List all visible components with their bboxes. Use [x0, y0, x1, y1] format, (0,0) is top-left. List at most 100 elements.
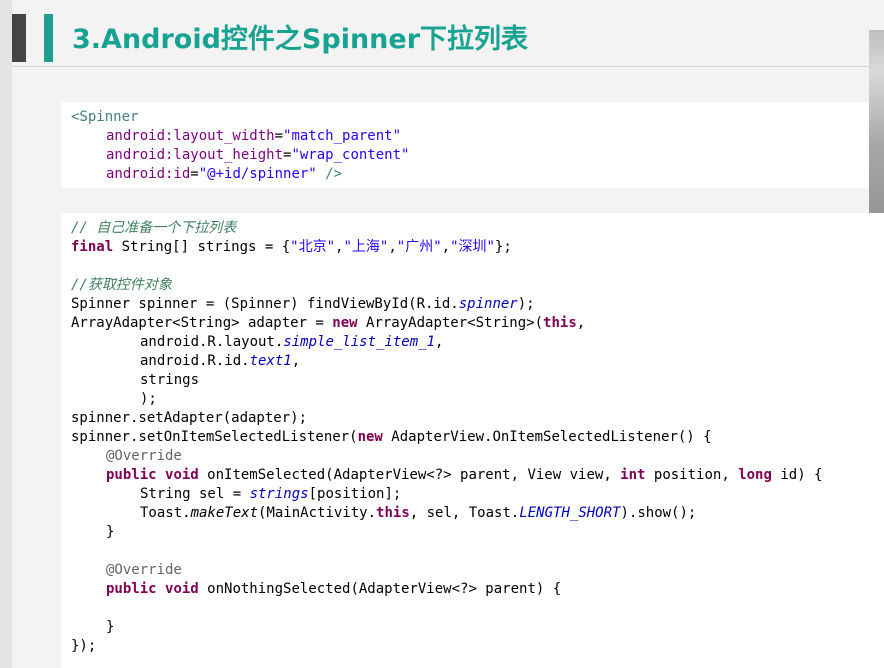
- comma: ,: [441, 239, 451, 255]
- code-line: }: [106, 618, 114, 637]
- code-text: ,: [435, 334, 444, 350]
- xml-attr: android:layout_width: [106, 128, 275, 144]
- string-literal: "广州": [396, 239, 442, 255]
- string-literal: "上海": [343, 239, 389, 255]
- code-comment: // 自己准备一个下拉列表: [71, 220, 237, 236]
- code-text: [position];: [308, 486, 402, 502]
- code-text: });: [71, 638, 97, 654]
- code-text: String sel =: [140, 486, 250, 502]
- code-text: android.R.layout.: [140, 334, 284, 350]
- slide-title: 3.Android控件之Spinner下拉列表: [72, 24, 529, 55]
- code-line: android.R.layout.simple_list_item_1,: [140, 333, 443, 352]
- code-line: @Override: [106, 561, 182, 580]
- keyword: int: [620, 467, 646, 483]
- code-text: spinner.setAdapter(adapter);: [71, 410, 308, 426]
- code-text: strings: [140, 372, 200, 388]
- code-line: Toast.makeText(MainActivity.this, sel, T…: [140, 504, 696, 523]
- comma: ,: [388, 239, 397, 255]
- xml-eq: =: [190, 166, 199, 182]
- code-line: spinner.setOnItemSelectedListener(new Ad…: [71, 428, 712, 447]
- code-line: //获取控件对象: [71, 276, 172, 295]
- code-text: ArrayAdapter<String> adapter =: [71, 315, 333, 331]
- code-line: final String[] strings = {"北京","上海","广州"…: [71, 238, 512, 257]
- code-text: ArrayAdapter<String>(: [357, 315, 544, 331]
- code-text: );: [140, 391, 157, 407]
- string-literal: "深圳": [450, 239, 495, 255]
- keyword: void: [165, 467, 199, 483]
- code-text: ,: [291, 353, 301, 369]
- xml-line: android:layout_width="match_parent": [106, 127, 401, 146]
- code-text: AdapterView.OnItemSelectedListener() {: [382, 429, 712, 445]
- code-line: public void onItemSelected(AdapterView<?…: [106, 466, 822, 485]
- code-text: ,: [576, 315, 586, 331]
- left-margin-strip: [0, 0, 12, 668]
- string-literal: "北京": [290, 239, 336, 255]
- slide: 3.Android控件之Spinner下拉列表 <Spinner android…: [0, 0, 884, 668]
- xml-tag-close: />: [316, 166, 343, 182]
- code-line: // 自己准备一个下拉列表: [71, 219, 236, 238]
- keyword: public: [106, 467, 157, 483]
- xml-attr: android:layout_height: [106, 147, 284, 163]
- code-text: , sel, Toast.: [409, 505, 520, 521]
- code-line: Spinner spinner = (Spinner) findViewById…: [71, 295, 535, 314]
- code-text: onItemSelected(AdapterView<?> parent, Vi…: [198, 467, 621, 483]
- xml-value: "@+id/spinner": [198, 166, 317, 182]
- xml-line: <Spinner: [71, 108, 138, 127]
- code-text: String[] strings = {: [113, 239, 291, 255]
- keyword: this: [376, 505, 410, 521]
- code-line: );: [140, 390, 157, 409]
- xml-line: android:id="@+id/spinner" />: [106, 165, 342, 184]
- xml-tag: <Spinner: [71, 109, 139, 125]
- title-accent-teal-bar: [44, 14, 53, 62]
- code-text: );: [517, 296, 535, 312]
- keyword: long: [738, 467, 772, 483]
- title-divider: [12, 66, 884, 67]
- code-text: position,: [645, 467, 739, 483]
- code-line: ArrayAdapter<String> adapter = new Array…: [71, 314, 585, 333]
- code-text: }: [106, 619, 115, 635]
- annotation: @Override: [106, 448, 182, 464]
- code-text: Toast.: [140, 505, 191, 521]
- code-line: android.R.id.text1,: [140, 352, 300, 371]
- keyword: this: [543, 315, 577, 331]
- xml-value: "wrap_content": [291, 147, 410, 163]
- static-field: LENGTH_SHORT: [519, 505, 621, 521]
- code-text: onNothingSelected(AdapterView<?> parent)…: [198, 581, 562, 597]
- keyword: new: [357, 429, 383, 445]
- code-text: android.R.id.: [140, 353, 250, 369]
- xml-attr: android:id: [106, 166, 191, 182]
- keyword: new: [332, 315, 358, 331]
- code-line: @Override: [106, 447, 182, 466]
- xml-code-block: <Spinner android:layout_width="match_par…: [61, 102, 869, 188]
- keyword: public: [106, 581, 157, 597]
- code-text: };: [494, 239, 512, 255]
- xml-value: "match_parent": [283, 128, 402, 144]
- code-line: public void onNothingSelected(AdapterVie…: [106, 580, 561, 599]
- annotation: @Override: [106, 562, 182, 578]
- code-text: (MainActivity.: [258, 505, 377, 521]
- code-comment: //获取控件对象: [71, 277, 172, 293]
- xml-eq: =: [274, 128, 284, 144]
- field-ref: strings: [249, 486, 309, 502]
- code-line: strings: [140, 371, 199, 390]
- code-text: spinner.setOnItemSelectedListener(: [71, 429, 358, 445]
- code-line: String sel = strings[position];: [140, 485, 401, 504]
- xml-line: android:layout_height="wrap_content": [106, 146, 409, 165]
- code-text: id) {: [771, 467, 823, 483]
- presenter-video-thumbnail: [869, 30, 884, 240]
- field-ref: spinner: [458, 296, 518, 312]
- title-accent-dark-bar: [12, 14, 26, 62]
- static-method: makeText: [190, 505, 259, 521]
- code-line: });: [71, 637, 96, 656]
- field-ref: text1: [249, 353, 292, 369]
- keyword: final: [71, 239, 114, 255]
- keyword: void: [165, 581, 199, 597]
- java-code-block: // 自己准备一个下拉列表 final String[] strings = {…: [61, 213, 884, 668]
- code-line: }: [106, 523, 114, 542]
- code-text: ).show();: [620, 505, 697, 521]
- field-ref: simple_list_item_1: [283, 334, 436, 350]
- code-text: }: [106, 524, 115, 540]
- code-text: Spinner spinner = (Spinner) findViewById…: [71, 296, 459, 312]
